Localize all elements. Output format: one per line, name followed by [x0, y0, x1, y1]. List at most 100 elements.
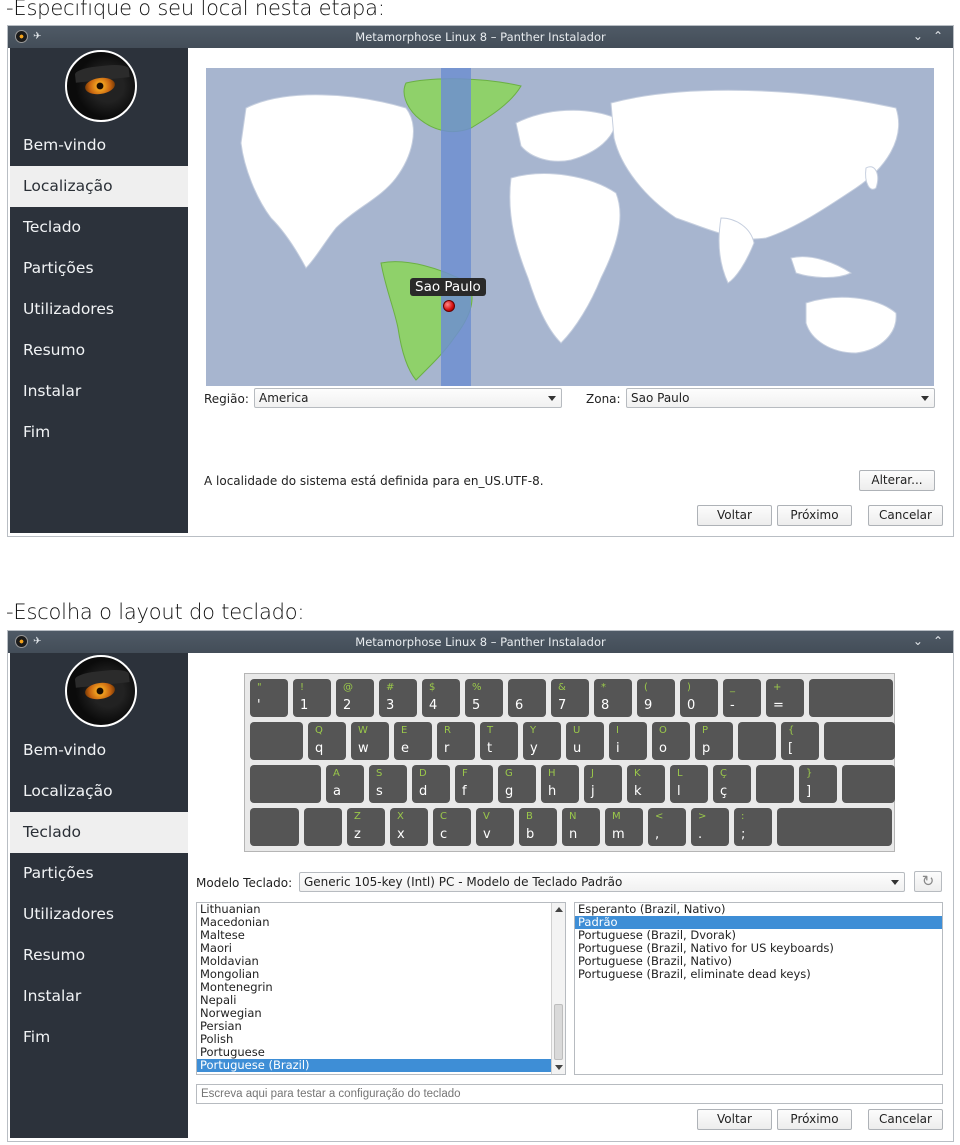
sidebar-item-instalar: Instalar: [23, 987, 82, 1005]
key-base-label: c: [440, 827, 448, 842]
scroll-thumb[interactable]: [554, 1004, 563, 1060]
timezone-map[interactable]: Sao Paulo: [206, 68, 934, 386]
key-shift-label: ": [257, 682, 262, 693]
key-shift-label: H: [548, 768, 556, 779]
key-base-label: j: [591, 784, 595, 799]
back-button[interactable]: Voltar: [697, 1109, 772, 1130]
key-base-label: d: [419, 784, 428, 799]
zone-select[interactable]: Sao Paulo: [626, 388, 935, 408]
keyboard-key: [250, 808, 299, 846]
keyboard-key: Ww: [351, 722, 389, 760]
installer-window-location: ✈ Metamorphose Linux 8 – Panther Instala…: [7, 25, 954, 537]
layout-list-item[interactable]: Maltese: [197, 929, 551, 942]
key-base-label: n: [569, 827, 578, 842]
chevron-up-icon[interactable]: ⌃: [933, 29, 943, 43]
keyboard-key: Nn: [562, 808, 600, 846]
keyboard-model-label: Modelo Teclado:: [196, 876, 293, 890]
reset-icon[interactable]: ↻: [914, 871, 942, 892]
keyboard-key: Ee: [394, 722, 432, 760]
variant-list-item[interactable]: Esperanto (Brazil, Nativo): [575, 903, 942, 916]
keyboard-key: <,: [648, 808, 686, 846]
keyboard-key: Pp: [695, 722, 733, 760]
keyboard-key: Ll: [670, 765, 708, 803]
key-shift-label: <: [655, 811, 664, 822]
key-base-label: 6: [515, 698, 524, 713]
keyboard-key: [250, 765, 321, 803]
layout-list-scrollbar[interactable]: [551, 903, 565, 1074]
key-base-label: 5: [472, 698, 481, 713]
key-base-label: 3: [386, 698, 395, 713]
chevron-down-icon[interactable]: ⌄: [913, 29, 923, 43]
key-shift-label: Ç: [720, 768, 727, 779]
cancel-button[interactable]: Cancelar: [868, 1109, 943, 1130]
titlebar: ✈ Metamorphose Linux 8 – Panther Instala…: [8, 26, 953, 48]
key-base-label: 2: [343, 698, 352, 713]
layout-list-item[interactable]: Norwegian: [197, 1007, 551, 1020]
layout-list[interactable]: Lithuanian Macedonian Maltese Maori Moldavia…: [196, 902, 566, 1075]
sidebar-item-fim: Fim: [23, 1028, 51, 1046]
keyboard-test-input[interactable]: [196, 1084, 943, 1104]
sidebar-item-utilizadores: Utilizadores: [23, 300, 114, 318]
key-base-label: b: [526, 827, 535, 842]
next-button[interactable]: Próximo: [777, 1109, 852, 1130]
key-base-label: -: [730, 698, 735, 713]
keyboard-key: Tt: [480, 722, 518, 760]
sidebar-item-resumo: Resumo: [23, 946, 86, 964]
caption-keyboard-step: -Escolha o layout do teclado:: [6, 600, 305, 624]
keyboard-key: Ff: [455, 765, 493, 803]
layout-list-item[interactable]: Portuguese (Brazil): [197, 1059, 551, 1072]
keyboard-key: [809, 679, 893, 717]
key-base-label: z: [354, 827, 361, 842]
keyboard-model-select[interactable]: Generic 105-key (Intl) PC - Modelo de Te…: [299, 872, 905, 892]
layout-list-item[interactable]: Persian: [197, 1020, 551, 1033]
key-base-label: 0: [687, 698, 696, 713]
key-base-label: 7: [558, 698, 567, 713]
key-shift-label: Y: [530, 725, 537, 736]
key-base-label: u: [573, 741, 582, 756]
key-shift-label: !: [300, 682, 305, 693]
key-shift-label: *: [601, 682, 606, 693]
sidebar-item-particoes: Partições: [23, 259, 94, 277]
key-shift-label: @: [343, 682, 353, 693]
keyboard-key: ) 0: [680, 679, 718, 717]
region-value: America: [259, 391, 309, 405]
layout-list-item[interactable]: Montenegrin: [197, 981, 551, 994]
keyboard-key: Cc: [433, 808, 471, 846]
keyboard-key: Ii: [609, 722, 647, 760]
key-base-label: 1: [300, 698, 309, 713]
keyboard-key: * 8: [594, 679, 632, 717]
scroll-up-icon[interactable]: [555, 907, 563, 912]
panther-logo: [65, 50, 137, 122]
keyboard-key: [777, 808, 892, 846]
key-shift-label: B: [526, 811, 533, 822]
variant-list[interactable]: Esperanto (Brazil, Nativo) Padrão Portugue…: [574, 902, 943, 1075]
key-base-label: v: [483, 827, 491, 842]
key-shift-label: %: [472, 682, 482, 693]
key-shift-label: C: [440, 811, 447, 822]
sidebar-item-utilizadores: Utilizadores: [23, 905, 114, 923]
variant-list-item[interactable]: Portuguese (Brazil, eliminate dead keys): [575, 968, 942, 981]
sidebar-item-teclado: Teclado: [23, 218, 82, 236]
keyboard-key: Ss: [369, 765, 407, 803]
region-select[interactable]: America: [254, 388, 562, 408]
key-base-label: w: [358, 741, 369, 756]
layout-list-item[interactable]: Macedonian: [197, 916, 551, 929]
location-pin-icon[interactable]: [443, 300, 455, 312]
key-shift-label: F: [462, 768, 468, 779]
keyboard-key: @2: [336, 679, 374, 717]
cancel-button[interactable]: Cancelar: [868, 505, 943, 526]
change-locale-button[interactable]: Alterar...: [859, 470, 935, 491]
keyboard-key: Dd: [412, 765, 450, 803]
back-button[interactable]: Voltar: [697, 505, 772, 526]
scroll-down-icon[interactable]: [555, 1065, 563, 1070]
key-shift-label: P: [702, 725, 709, 736]
sidebar-item-particoes: Partições: [23, 864, 94, 882]
keyboard-key: :;: [734, 808, 772, 846]
chevron-down-icon[interactable]: ⌄: [913, 634, 923, 648]
key-base-label: ;: [741, 827, 746, 842]
chevron-up-icon[interactable]: ⌃: [933, 634, 943, 648]
key-base-label: s: [376, 784, 383, 799]
key-shift-label: :: [741, 811, 745, 822]
key-base-label: =: [773, 698, 784, 713]
next-button[interactable]: Próximo: [777, 505, 852, 526]
